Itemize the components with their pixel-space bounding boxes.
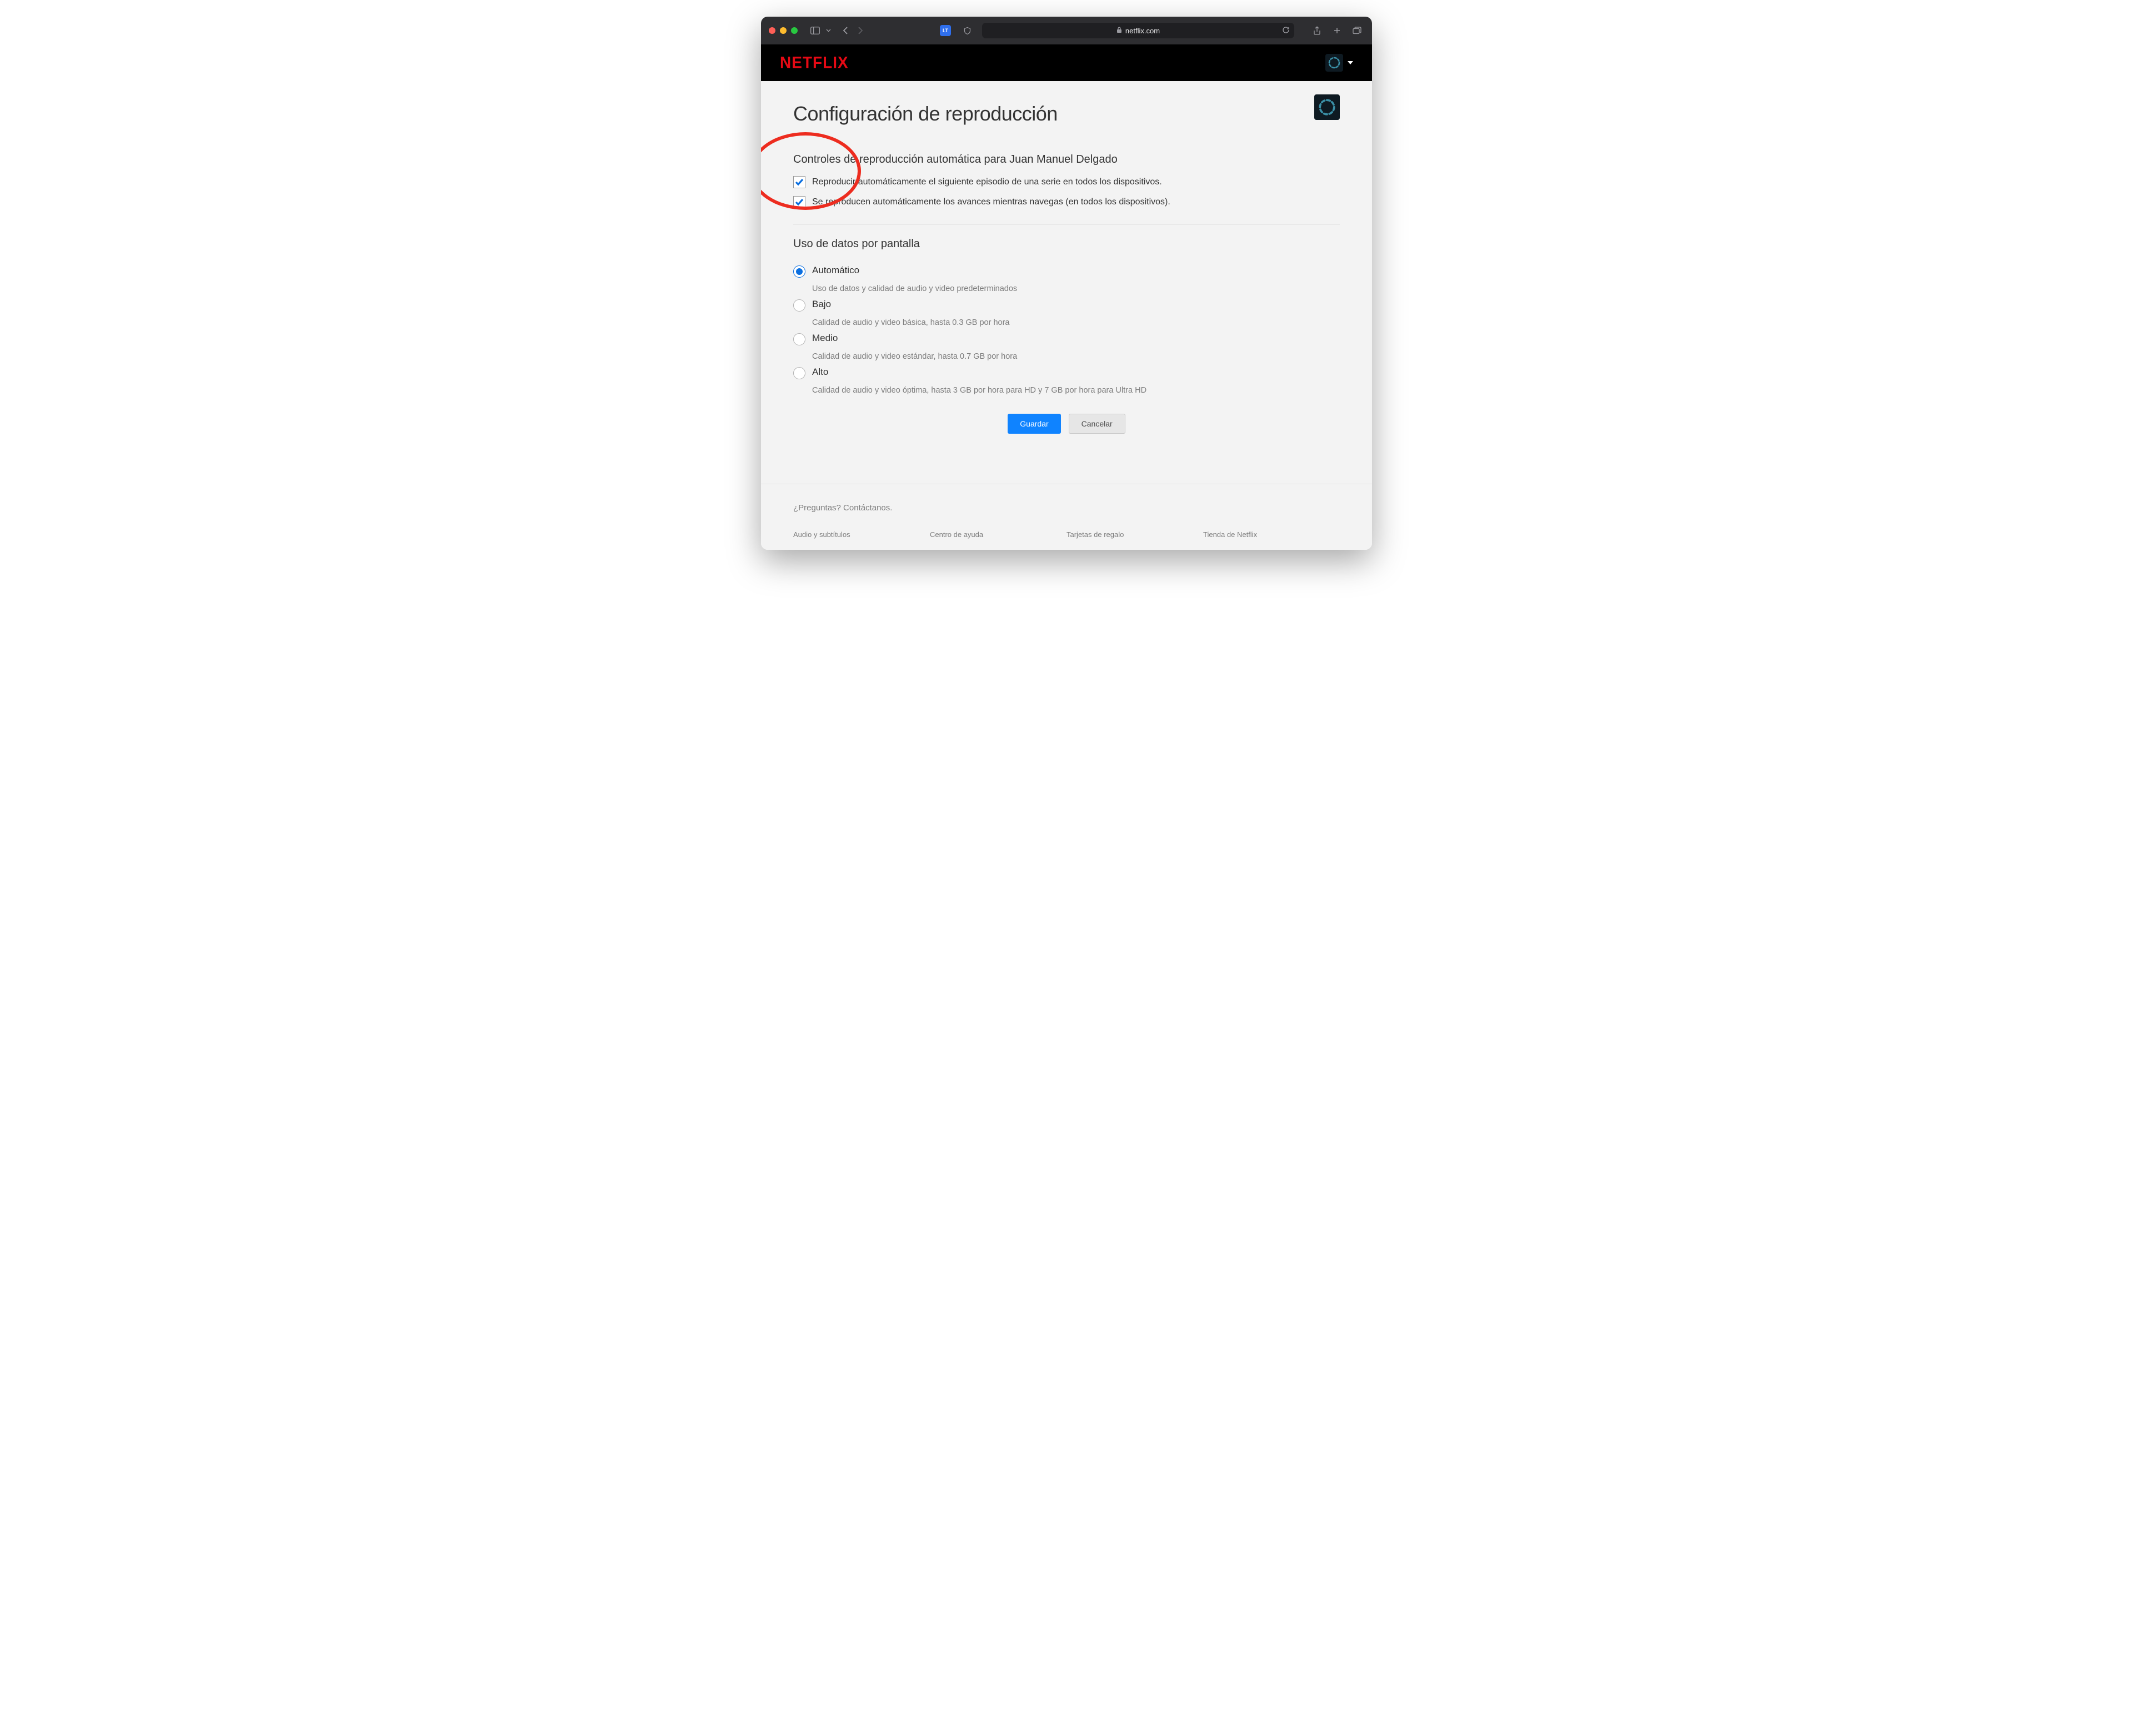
checkbox-icon xyxy=(793,196,805,208)
checkbox-icon xyxy=(793,176,805,188)
footer-link[interactable]: Centro de ayuda xyxy=(930,530,1066,539)
radio-label: Alto xyxy=(812,367,828,378)
tabs-icon[interactable] xyxy=(1350,23,1364,38)
radio-icon xyxy=(793,299,805,312)
radio-option[interactable]: Bajo xyxy=(793,293,1340,316)
checkbox-autoplay-trailers[interactable]: Se reproducen automáticamente los avance… xyxy=(793,196,1340,208)
radio-icon xyxy=(793,367,805,379)
radio-description: Calidad de audio y video básica, hasta 0… xyxy=(812,318,1340,327)
back-button[interactable] xyxy=(838,23,852,38)
footer-link[interactable]: Audio y subtítulos xyxy=(793,530,930,539)
page-title: Configuración de reproducción xyxy=(793,102,1340,126)
avatar xyxy=(1325,54,1343,72)
reload-icon[interactable] xyxy=(1282,26,1290,36)
forward-button[interactable] xyxy=(853,23,868,38)
profile-avatar-large xyxy=(1314,94,1340,120)
data-usage-heading: Uso de datos por pantalla xyxy=(793,238,1340,250)
lock-icon xyxy=(1116,27,1122,35)
radio-option[interactable]: Alto xyxy=(793,361,1340,384)
radio-label: Automático xyxy=(812,265,859,276)
close-window-icon[interactable] xyxy=(769,27,775,34)
site-header: NETFLIX xyxy=(761,44,1372,81)
profile-menu[interactable] xyxy=(1325,54,1353,72)
checkbox-label: Se reproducen automáticamente los avance… xyxy=(812,197,1170,207)
chevron-down-icon xyxy=(1348,61,1353,64)
sidebar-toggle[interactable] xyxy=(808,23,832,38)
radio-description: Calidad de audio y video estándar, hasta… xyxy=(812,352,1340,361)
share-icon[interactable] xyxy=(1310,23,1324,38)
window-controls xyxy=(769,27,798,34)
checkbox-autoplay-next[interactable]: Reproducir automáticamente el siguiente … xyxy=(793,176,1340,188)
nav-buttons xyxy=(838,23,868,38)
footer: ¿Preguntas? Contáctanos. Audio y subtítu… xyxy=(761,484,1372,550)
radio-option[interactable]: Automático xyxy=(793,259,1340,282)
footer-link[interactable]: Tienda de Netflix xyxy=(1203,530,1340,539)
extension-badge[interactable]: LT xyxy=(940,25,951,36)
footer-contact[interactable]: ¿Preguntas? Contáctanos. xyxy=(793,503,1340,513)
address-bar[interactable]: netflix.com xyxy=(982,23,1294,38)
autoplay-heading: Controles de reproducción automática par… xyxy=(793,153,1340,166)
footer-link[interactable]: Tarjetas de regalo xyxy=(1066,530,1203,539)
page-body: Configuración de reproducción Controles … xyxy=(761,81,1372,550)
cancel-button[interactable]: Cancelar xyxy=(1069,414,1125,434)
browser-toolbar: LT netflix.com xyxy=(761,17,1372,44)
radio-icon xyxy=(793,265,805,278)
chevron-down-icon xyxy=(824,23,832,38)
radio-option[interactable]: Medio xyxy=(793,327,1340,350)
checkbox-label: Reproducir automáticamente el siguiente … xyxy=(812,177,1162,187)
minimize-window-icon[interactable] xyxy=(780,27,787,34)
browser-window: LT netflix.com NETFLIX xyxy=(761,17,1372,550)
sidebar-icon xyxy=(808,23,822,38)
netflix-logo[interactable]: NETFLIX xyxy=(780,53,849,72)
radio-description: Calidad de audio y video óptima, hasta 3… xyxy=(812,386,1340,395)
radio-icon xyxy=(793,333,805,345)
privacy-shield-icon[interactable] xyxy=(960,23,974,38)
save-button[interactable]: Guardar xyxy=(1008,414,1060,434)
url-text: netflix.com xyxy=(1125,27,1160,35)
maximize-window-icon[interactable] xyxy=(791,27,798,34)
radio-label: Medio xyxy=(812,333,838,344)
radio-description: Uso de datos y calidad de audio y video … xyxy=(812,284,1340,293)
radio-label: Bajo xyxy=(812,299,831,310)
new-tab-icon[interactable] xyxy=(1330,23,1344,38)
